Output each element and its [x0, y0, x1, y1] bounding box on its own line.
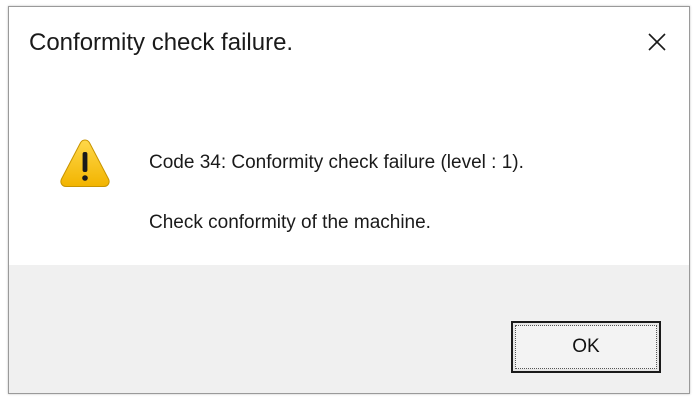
ok-button[interactable]: OK: [511, 321, 661, 373]
close-button[interactable]: [625, 7, 689, 77]
title-bar: Conformity check failure.: [9, 7, 689, 83]
dialog-title: Conformity check failure.: [29, 29, 294, 56]
dialog-content: Code 34: Conformity check failure (level…: [9, 83, 689, 265]
message-dialog: Conformity check failure. Code 34: Confo…: [8, 6, 690, 394]
instruction-message: Check conformity of the machine.: [149, 212, 431, 233]
close-icon: [648, 33, 666, 51]
warning-icon: [60, 139, 110, 187]
dialog-footer: OK: [9, 265, 689, 393]
error-message: Code 34: Conformity check failure (level…: [149, 152, 524, 173]
ok-button-label: OK: [515, 325, 657, 369]
